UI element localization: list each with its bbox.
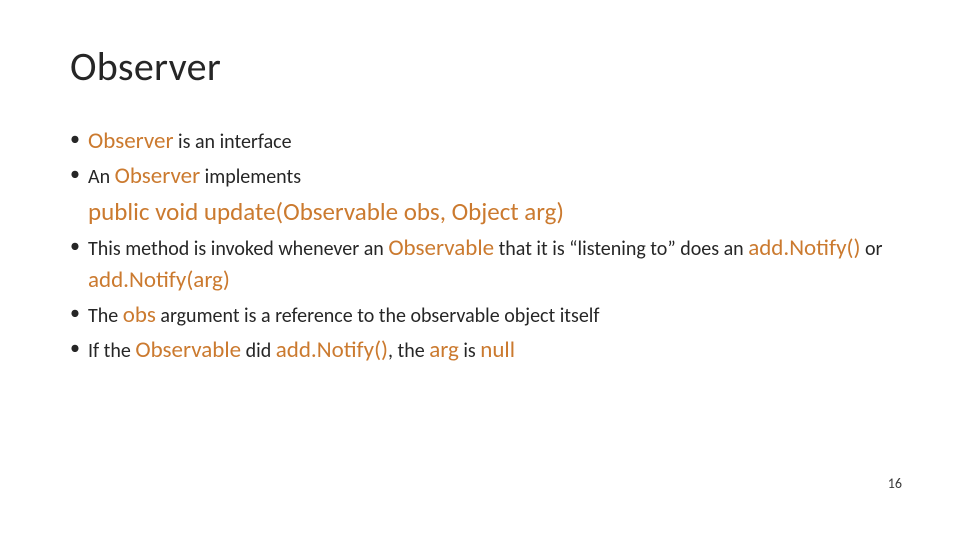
page-number: 16	[888, 475, 902, 492]
bullet-text: An	[88, 165, 115, 189]
keyword-observable: Observable	[388, 234, 494, 262]
keyword-null: null	[480, 336, 515, 364]
keyword-addnotify: add.Notify()	[276, 336, 388, 364]
slide: Observer Observer is an interface An Obs…	[0, 0, 960, 540]
bullet-text: argument is a reference to the observabl…	[156, 304, 600, 328]
bullet-text: did	[241, 339, 276, 363]
bullet-text: implements	[200, 165, 301, 189]
bullet-item-5: If the Observable did add.Notify(), the …	[70, 334, 890, 367]
bullet-text: is	[459, 339, 480, 363]
bullet-item-2: An Observer implements public void updat…	[70, 160, 890, 230]
keyword-obs: obs	[123, 301, 156, 329]
bullet-text: This method is invoked whenever an	[88, 237, 388, 261]
bullet-item-4: The obs argument is a reference to the o…	[70, 299, 890, 332]
bullet-text: or	[860, 237, 882, 261]
slide-title: Observer	[70, 42, 890, 91]
bullet-item-1: Observer is an interface	[70, 125, 890, 158]
bullet-text: that it is “listening to” does an	[494, 237, 748, 261]
keyword-observer: Observer	[115, 162, 201, 190]
keyword-arg: arg	[429, 336, 459, 364]
keyword-addnotify: add.Notify()	[748, 234, 860, 262]
bullet-text: If the	[88, 339, 135, 363]
bullet-item-3: This method is invoked whenever an Obser…	[70, 232, 890, 297]
keyword-observable: Observable	[135, 336, 241, 364]
bullet-list: Observer is an interface An Observer imp…	[70, 125, 890, 366]
keyword-observer: Observer	[88, 127, 174, 155]
bullet-text: The	[88, 304, 123, 328]
bullet-text: is an interface	[174, 130, 292, 154]
method-signature: public void update(Observable obs, Objec…	[88, 194, 890, 230]
keyword-addnotify-arg: add.Notify(arg)	[88, 266, 230, 294]
bullet-text: , the	[388, 339, 429, 363]
